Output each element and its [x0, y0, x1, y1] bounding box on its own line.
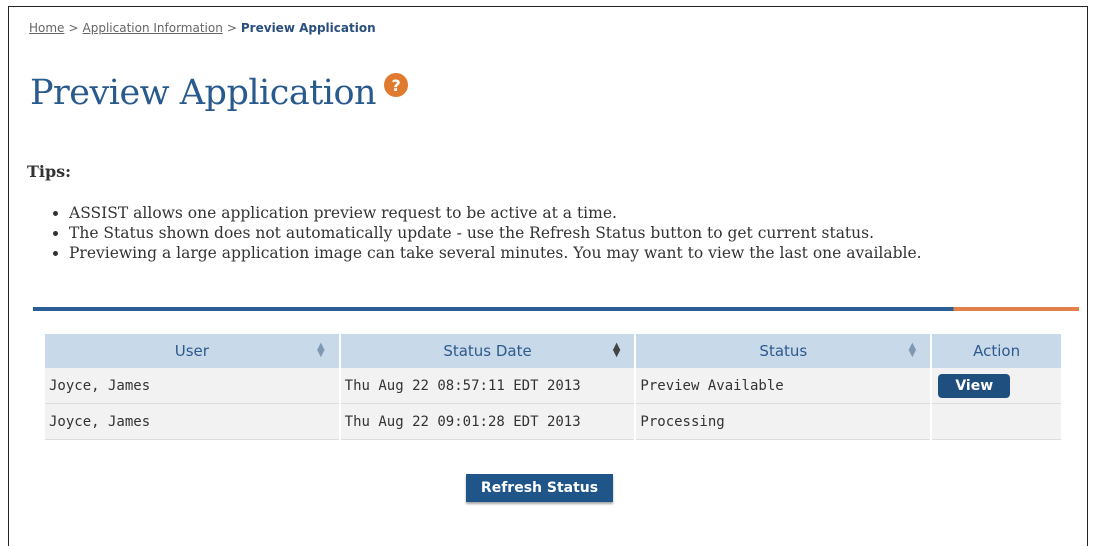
column-header-label: Status — [759, 342, 808, 360]
cell-status-date: Thu Aug 22 09:01:28 EDT 2013 — [340, 404, 635, 440]
column-header-label: Action — [973, 342, 1021, 360]
help-icon[interactable]: ? — [384, 73, 409, 97]
tip-item: The Status shown does not automatically … — [69, 223, 922, 243]
sort-arrows-icon[interactable]: ▲ ▼ — [909, 342, 917, 359]
breadcrumb: Home > Application Information > Preview App… — [29, 21, 376, 35]
table-header-row: User ▲ ▼ Status Date ▲ ▼ Status ▲ ▼ Action — [45, 334, 1061, 368]
tips-list: ASSIST allows one application preview re… — [41, 203, 922, 263]
page-frame: Home > Application Information > Preview App… — [8, 6, 1088, 546]
column-header-user[interactable]: User ▲ ▼ — [45, 334, 339, 368]
column-header-action: Action — [932, 334, 1061, 368]
cell-status: Preview Available — [636, 368, 931, 404]
title-row: Preview Application ? — [30, 73, 409, 113]
column-header-status[interactable]: Status ▲ ▼ — [636, 334, 931, 368]
breadcrumb-separator: > — [226, 21, 237, 35]
tips-label: Tips: — [27, 162, 72, 181]
refresh-status-button[interactable]: Refresh Status — [466, 474, 613, 502]
section-divider — [33, 307, 1079, 311]
column-header-status-date[interactable]: Status Date ▲ ▼ — [340, 334, 635, 368]
sort-arrows-icon[interactable]: ▲ ▼ — [613, 342, 621, 359]
cell-action — [932, 404, 1061, 440]
table-row: Joyce, James Thu Aug 22 09:01:28 EDT 201… — [45, 404, 1061, 440]
page-title: Preview Application — [30, 73, 377, 113]
breadcrumb-current: Preview Application — [240, 21, 376, 35]
tip-item: ASSIST allows one application preview re… — [69, 203, 922, 223]
tip-item: Previewing a large application image can… — [69, 243, 922, 263]
cell-status: Processing — [636, 404, 931, 440]
cell-user: Joyce, James — [45, 404, 339, 440]
breadcrumb-application-info-link[interactable]: Application Information — [83, 21, 223, 35]
breadcrumb-separator: > — [68, 21, 79, 35]
cell-action: View — [932, 368, 1061, 404]
cell-user: Joyce, James — [45, 368, 339, 404]
column-header-label: User — [174, 342, 209, 360]
preview-requests-table: User ▲ ▼ Status Date ▲ ▼ Status ▲ ▼ Action … — [43, 334, 1063, 440]
view-button[interactable]: View — [938, 373, 1011, 398]
table-row: Joyce, James Thu Aug 22 08:57:11 EDT 201… — [45, 368, 1061, 404]
breadcrumb-home-link[interactable]: Home — [29, 21, 64, 35]
sort-arrows-icon[interactable]: ▲ ▼ — [317, 342, 325, 359]
column-header-label: Status Date — [443, 342, 532, 360]
cell-status-date: Thu Aug 22 08:57:11 EDT 2013 — [340, 368, 635, 404]
